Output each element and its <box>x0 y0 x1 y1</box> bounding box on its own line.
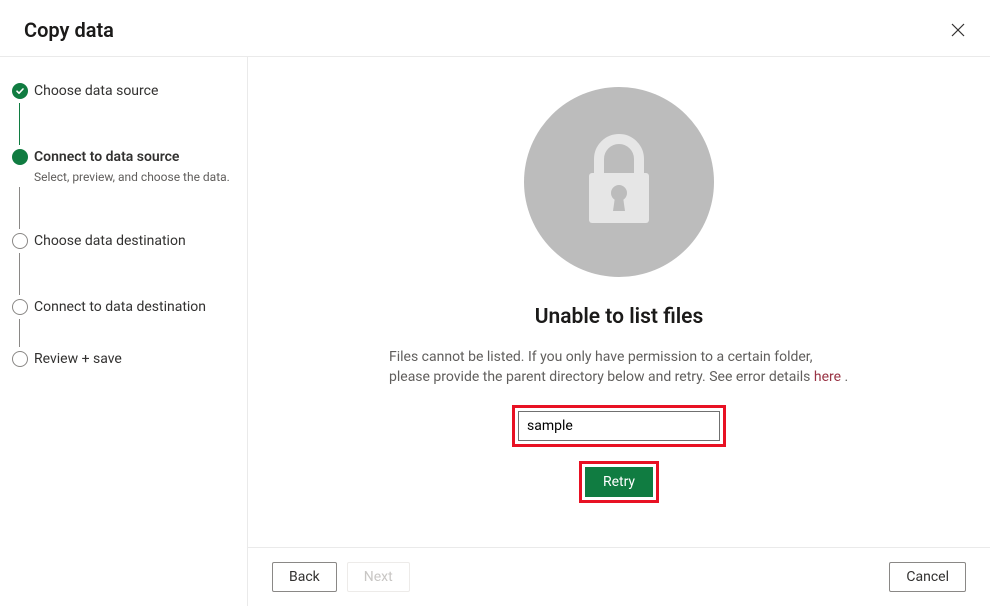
step-review-save[interactable]: Review + save <box>8 349 235 369</box>
retry-button[interactable]: Retry <box>585 467 653 497</box>
lock-icon <box>524 87 714 277</box>
step-connect-to-data-destination[interactable]: Connect to data destination <box>8 297 235 317</box>
step-choose-data-source[interactable]: Choose data source <box>8 81 235 101</box>
pending-step-icon <box>12 351 28 367</box>
error-message-text: Files cannot be listed. If you only have… <box>389 349 814 385</box>
current-step-icon <box>12 149 28 165</box>
close-icon[interactable] <box>950 22 966 38</box>
error-message: Files cannot be listed. If you only have… <box>389 347 849 387</box>
step-connector <box>19 253 235 295</box>
error-details-link[interactable]: here <box>814 369 841 385</box>
back-button[interactable]: Back <box>272 562 337 592</box>
step-connector <box>19 103 235 145</box>
retry-button-highlight: Retry <box>579 461 659 503</box>
error-panel: Unable to list files Files cannot be lis… <box>248 57 990 547</box>
step-label: Choose data source <box>34 81 235 101</box>
step-choose-data-destination[interactable]: Choose data destination <box>8 231 235 251</box>
step-label: Review + save <box>34 349 235 369</box>
checkmark-icon <box>12 83 28 99</box>
dialog-title: Copy data <box>24 18 114 42</box>
error-message-tail: . <box>841 369 848 385</box>
step-label: Connect to data source <box>34 147 235 167</box>
parent-directory-input[interactable] <box>518 411 720 441</box>
cancel-button[interactable]: Cancel <box>889 562 966 592</box>
step-connector <box>19 187 235 229</box>
dialog-footer: Back Next Cancel <box>248 547 990 606</box>
step-connect-to-data-source[interactable]: Connect to data source Select, preview, … <box>8 147 235 185</box>
step-connector <box>19 319 235 347</box>
pending-step-icon <box>12 233 28 249</box>
dialog-header: Copy data <box>0 0 990 57</box>
wizard-sidebar: Choose data source Connect to data sourc… <box>0 57 248 606</box>
step-label: Connect to data destination <box>34 297 235 317</box>
next-button: Next <box>347 562 410 592</box>
step-description: Select, preview, and choose the data. <box>34 169 235 185</box>
error-title: Unable to list files <box>535 305 704 329</box>
step-label: Choose data destination <box>34 231 235 251</box>
pending-step-icon <box>12 299 28 315</box>
path-input-highlight <box>512 405 726 447</box>
